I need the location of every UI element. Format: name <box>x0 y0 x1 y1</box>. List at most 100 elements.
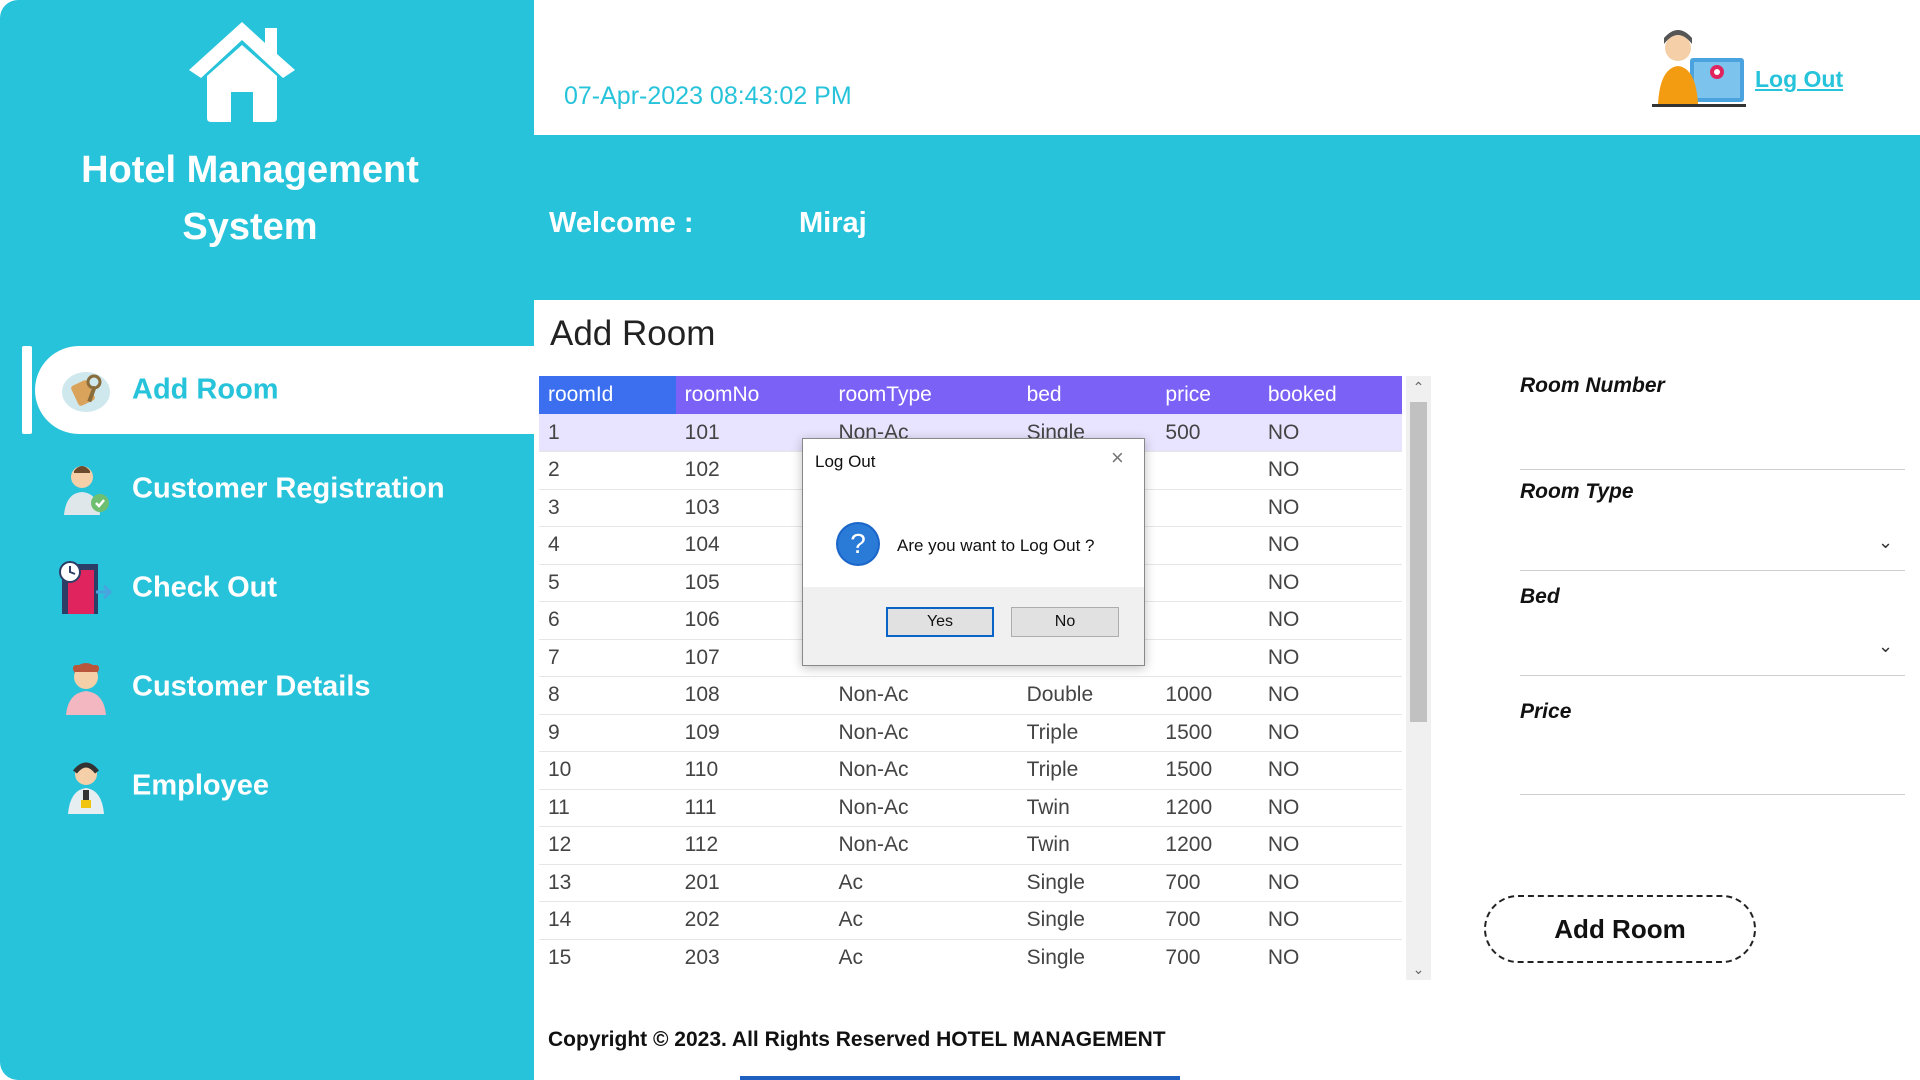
table-cell: 6 <box>539 601 676 640</box>
sidebar-item-label: Add Room <box>132 373 279 406</box>
question-icon: ? <box>836 522 880 566</box>
sidebar-item-label: Employee <box>132 769 269 802</box>
table-cell: 109 <box>675 714 830 752</box>
active-indicator <box>22 346 32 434</box>
room-number-label: Room Number <box>1520 374 1665 397</box>
svg-text:?: ? <box>850 528 866 559</box>
dialog-footer: Yes No <box>803 587 1144 665</box>
table-cell: Ac <box>829 939 1018 976</box>
table-cell: 1500 <box>1156 751 1259 790</box>
table-cell: Single <box>1017 939 1157 976</box>
logout-link[interactable]: Log Out <box>1755 66 1843 93</box>
welcome-label: Welcome : <box>549 207 694 239</box>
scroll-down-icon[interactable]: ⌄ <box>1406 958 1431 980</box>
add-room-button[interactable]: Add Room <box>1484 895 1756 963</box>
page-title: Add Room <box>550 314 716 353</box>
table-row[interactable]: 11 111 Non-Ac Twin 1200 NO <box>539 789 1402 827</box>
bed-select[interactable] <box>1520 675 1905 676</box>
column-header[interactable]: roomId <box>539 376 676 414</box>
table-row[interactable]: 14 202 Ac Single 700 NO <box>539 901 1402 940</box>
logout-dialog: Log Out × ? Are you want to Log Out ? Ye… <box>802 438 1145 666</box>
table-cell <box>1156 526 1259 565</box>
table-row[interactable]: 15 203 Ac Single 700 NO <box>539 939 1402 976</box>
sidebar-item-check-out[interactable]: Check Out <box>0 544 534 632</box>
table-cell: 14 <box>539 901 676 940</box>
table-row[interactable]: 8 108 Non-Ac Double 1000 NO <box>539 676 1402 715</box>
table-row[interactable]: 12 112 Non-Ac Twin 1200 NO <box>539 826 1402 865</box>
table-cell: 108 <box>675 676 830 715</box>
table-cell: NO <box>1258 751 1402 790</box>
table-cell: 5 <box>539 564 676 602</box>
table-cell: 700 <box>1156 864 1259 902</box>
dialog-message: Are you want to Log Out ? <box>897 536 1095 555</box>
table-scrollbar[interactable]: ⌃ ⌄ <box>1406 376 1431 980</box>
table-cell: 500 <box>1156 414 1259 452</box>
app-window: Hotel Management System Add Room Custome… <box>0 0 1920 1080</box>
sidebar-item-customer-registration[interactable]: Customer Registration <box>0 445 534 533</box>
table-cell: Double <box>1017 676 1157 715</box>
table-cell: 203 <box>675 939 830 976</box>
table-cell: NO <box>1258 489 1402 527</box>
sidebar-item-label: Check Out <box>132 571 278 604</box>
room-key-icon <box>62 372 110 412</box>
table-cell: 700 <box>1156 939 1259 976</box>
table-cell: NO <box>1258 676 1402 715</box>
checkout-door-icon <box>59 561 113 614</box>
close-icon[interactable]: × <box>1111 445 1124 471</box>
room-number-input[interactable] <box>1520 469 1905 470</box>
no-button[interactable]: No <box>1011 607 1119 637</box>
table-cell: 4 <box>539 526 676 565</box>
column-header[interactable]: roomNo <box>675 376 830 414</box>
sidebar: Hotel Management System Add Room Custome… <box>0 0 534 1080</box>
table-cell: Triple <box>1017 751 1157 790</box>
add-room-form: Room Number Room Type ⌄ Bed ⌄ Price <box>1520 300 1920 1080</box>
table-cell: 1200 <box>1156 826 1259 865</box>
table-cell <box>1156 564 1259 602</box>
table-cell: Non-Ac <box>829 826 1018 865</box>
copyright-text: Copyright © 2023. All Rights Reserved HO… <box>548 1028 1166 1051</box>
table-cell: 8 <box>539 676 676 715</box>
table-cell: NO <box>1258 451 1402 490</box>
table-cell: NO <box>1258 601 1402 640</box>
table-cell: 110 <box>675 751 830 790</box>
sidebar-item-employee[interactable]: Employee <box>0 742 534 830</box>
table-cell: NO <box>1258 639 1402 677</box>
taskbar-strip <box>740 1076 1180 1080</box>
table-cell: NO <box>1258 789 1402 827</box>
app-title: Hotel Management System <box>40 142 460 256</box>
price-input[interactable] <box>1520 794 1905 795</box>
table-cell: 2 <box>539 451 676 490</box>
table-cell: Non-Ac <box>829 676 1018 715</box>
column-header[interactable]: booked <box>1258 376 1402 414</box>
table-cell: 1000 <box>1156 676 1259 715</box>
table-cell: 3 <box>539 489 676 527</box>
column-header[interactable]: bed <box>1017 376 1157 414</box>
sidebar-item-customer-details[interactable]: Customer Details <box>0 643 534 731</box>
table-cell: Single <box>1017 864 1157 902</box>
table-row[interactable]: 9 109 Non-Ac Triple 1500 NO <box>539 714 1402 752</box>
table-cell: 201 <box>675 864 830 902</box>
column-header[interactable]: roomType <box>829 376 1018 414</box>
table-cell: Ac <box>829 901 1018 940</box>
table-cell: Twin <box>1017 789 1157 827</box>
table-cell: 202 <box>675 901 830 940</box>
room-type-select[interactable] <box>1520 570 1905 571</box>
column-header[interactable]: price <box>1156 376 1259 414</box>
dialog-title: Log Out <box>815 452 876 471</box>
price-label: Price <box>1520 700 1572 723</box>
table-cell: 12 <box>539 826 676 865</box>
table-cell: NO <box>1258 564 1402 602</box>
table-cell: NO <box>1258 414 1402 452</box>
table-cell: 700 <box>1156 901 1259 940</box>
scroll-up-icon[interactable]: ⌃ <box>1406 376 1431 398</box>
table-cell: 112 <box>675 826 830 865</box>
yes-button[interactable]: Yes <box>886 607 994 637</box>
table-cell: Triple <box>1017 714 1157 752</box>
welcome-banner: Welcome : Miraj <box>534 135 1920 300</box>
table-row[interactable]: 13 201 Ac Single 700 NO <box>539 864 1402 902</box>
scroll-thumb[interactable] <box>1410 402 1427 722</box>
table-row[interactable]: 10 110 Non-Ac Triple 1500 NO <box>539 751 1402 790</box>
sidebar-item-add-room[interactable]: Add Room <box>0 346 534 434</box>
bed-dropdown-chevron-icon[interactable]: ⌄ <box>1878 636 1893 657</box>
room-type-dropdown-chevron-icon[interactable]: ⌄ <box>1878 532 1893 553</box>
